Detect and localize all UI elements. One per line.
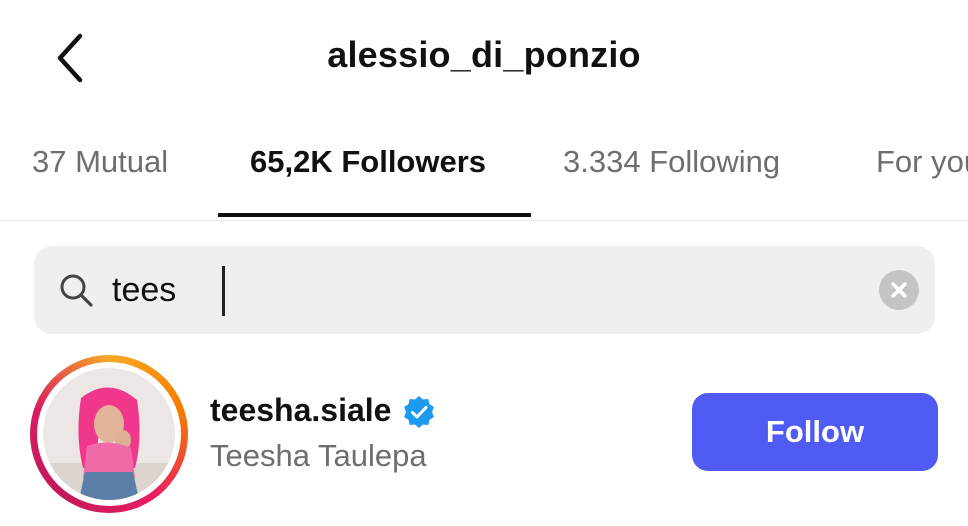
avatar-image [43,368,175,500]
tab-for-you[interactable]: For you [876,144,968,180]
tab-followers[interactable]: 65,2K Followers [250,144,486,180]
text-caret [222,266,225,316]
page-title: alessio_di_ponzio [327,34,641,75]
tab-bar: 37 Mutual 65,2K Followers 3.334 Followin… [0,128,968,221]
search-icon [60,274,93,307]
header: alessio_di_ponzio [0,0,968,120]
story-ring[interactable] [30,355,188,513]
follow-button[interactable]: Follow [692,393,938,471]
username[interactable]: teesha.siale [210,392,391,429]
search-bar[interactable] [34,246,935,334]
full-name: Teesha Taulepa [210,438,427,473]
avatar[interactable] [43,368,175,500]
clear-search-button[interactable] [879,270,919,310]
active-tab-indicator [218,213,531,217]
verified-badge-icon [404,396,434,428]
tab-mutual[interactable]: 37 Mutual [32,144,168,180]
search-input[interactable] [112,264,872,316]
list-item[interactable]: teesha.siale Teesha Taulepa Follow [0,350,968,526]
tab-following[interactable]: 3.334 Following [563,144,780,180]
clear-icon [891,282,907,298]
